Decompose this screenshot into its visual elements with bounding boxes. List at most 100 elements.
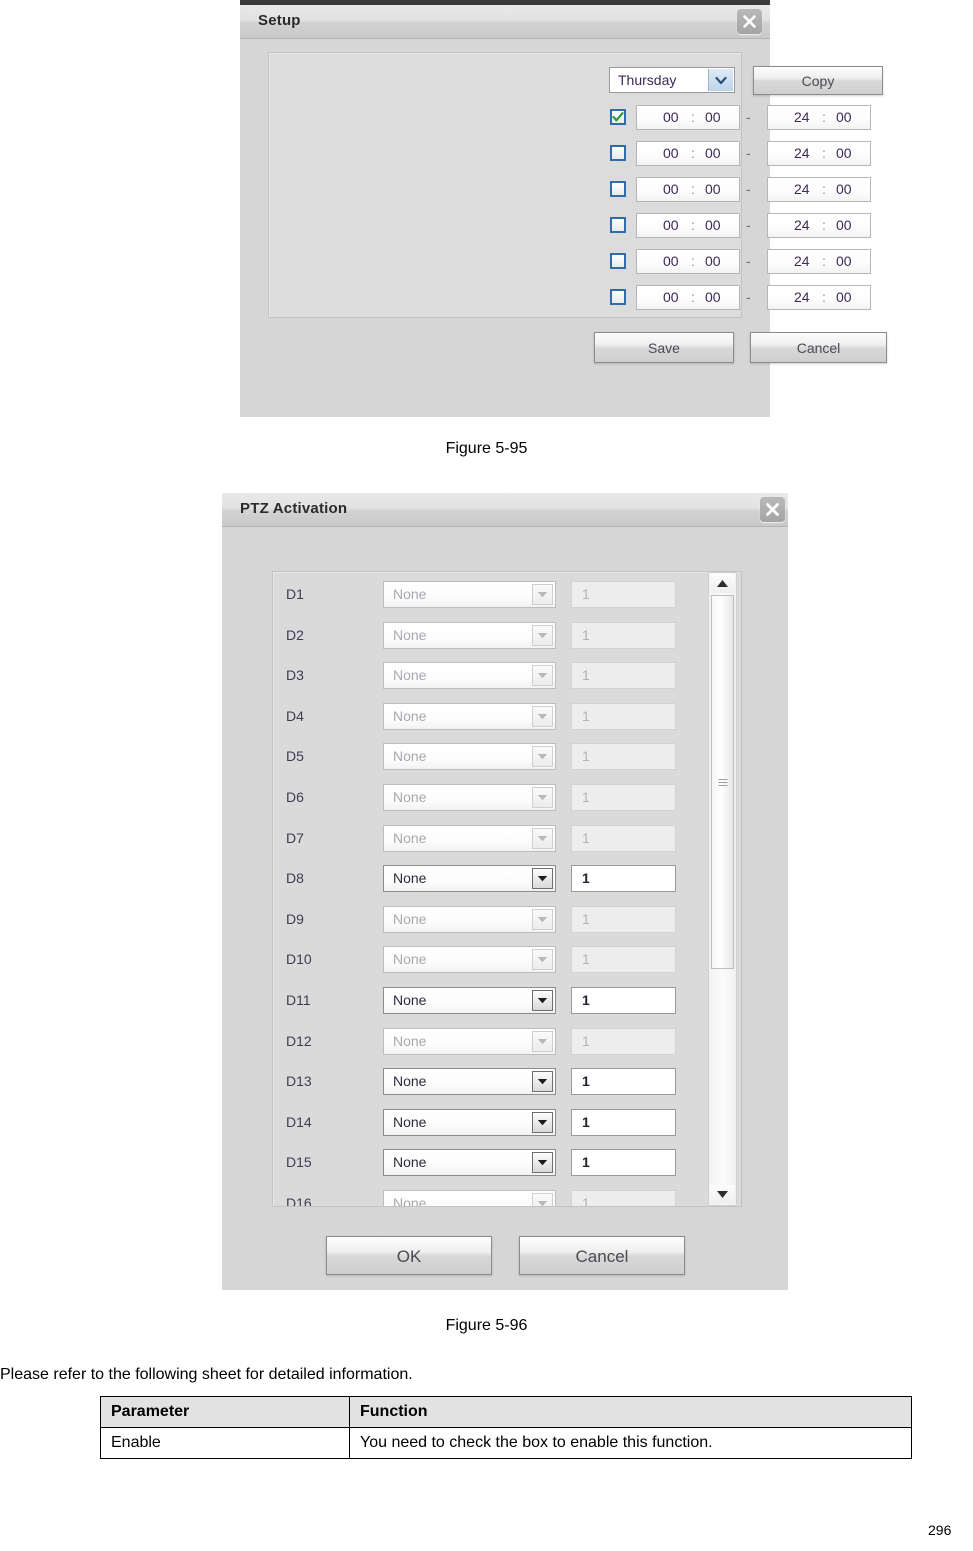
period-enable-checkbox[interactable] (610, 217, 626, 233)
end-minute: 00 (836, 145, 852, 161)
ptz-cancel-button[interactable]: Cancel (519, 1236, 685, 1275)
period-enable-checkbox[interactable] (610, 253, 626, 269)
period-start-time[interactable]: 00:00 (636, 105, 740, 130)
ptz-preset-value-input[interactable]: 1 (571, 865, 676, 893)
time-colon: : (822, 181, 826, 197)
ptz-preset-value-input[interactable]: 1 (571, 784, 676, 811)
chevron-down-icon[interactable] (532, 1071, 553, 1093)
chevron-down-icon[interactable] (532, 1111, 553, 1133)
period-range-separator: - (746, 145, 751, 161)
ptz-channel-label: D13 (286, 1073, 312, 1090)
period-end-time[interactable]: 24:00 (767, 249, 871, 274)
scroll-up-arrow-icon[interactable] (710, 574, 735, 593)
chevron-down-icon[interactable] (708, 69, 733, 91)
period-enable-checkbox[interactable] (610, 289, 626, 305)
chevron-down-icon[interactable] (532, 1193, 553, 1206)
chevron-down-icon[interactable] (532, 908, 553, 930)
cancel-button[interactable]: Cancel (750, 332, 887, 363)
close-icon[interactable] (760, 497, 785, 522)
start-hour: 00 (663, 109, 679, 125)
ptz-preset-value-input[interactable]: 1 (571, 946, 676, 974)
period-end-time[interactable]: 24:00 (767, 177, 871, 202)
table-header-row: Parameter Function (100, 1396, 912, 1428)
period-range-separator: - (746, 217, 751, 233)
ptz-action-select[interactable]: None (383, 621, 556, 649)
chevron-down-icon[interactable] (532, 990, 553, 1011)
copy-button[interactable]: Copy (753, 66, 883, 95)
period-start-time[interactable]: 00:00 (636, 285, 740, 310)
ptz-preset-value-input[interactable]: 1 (571, 905, 676, 933)
chevron-down-icon[interactable] (532, 746, 553, 768)
chevron-down-icon[interactable] (532, 705, 553, 727)
ptz-preset-value-input[interactable]: 1 (571, 1068, 676, 1096)
ptz-action-select[interactable]: None (383, 1027, 556, 1055)
ptz-action-select[interactable]: None (383, 662, 556, 690)
ptz-preset-value: 1 (582, 910, 590, 927)
end-minute: 00 (836, 109, 852, 125)
scrollbar-thumb[interactable] (711, 595, 734, 969)
ptz-preset-value-input[interactable]: 1 (571, 1190, 676, 1206)
period-end-time[interactable]: 24:00 (767, 141, 871, 166)
chevron-down-icon[interactable] (532, 787, 553, 808)
start-minute: 00 (705, 109, 721, 125)
period-end-time[interactable]: 24:00 (767, 285, 871, 310)
save-button[interactable]: Save (594, 332, 734, 363)
chevron-down-icon[interactable] (532, 949, 553, 971)
ptz-action-select[interactable]: None (383, 743, 556, 771)
ptz-preset-value-input[interactable]: 1 (571, 621, 676, 649)
period-start-time[interactable]: 00:00 (636, 141, 740, 166)
ptz-preset-value-input[interactable]: 1 (571, 743, 676, 771)
day-select[interactable]: Thursday (609, 67, 735, 93)
ptz-preset-value: 1 (582, 951, 590, 968)
period-enable-checkbox[interactable] (610, 145, 626, 161)
ptz-action-select[interactable]: None (383, 1190, 556, 1206)
chevron-down-icon[interactable] (532, 665, 553, 687)
period-enable-checkbox[interactable] (610, 181, 626, 197)
chevron-down-icon[interactable] (532, 624, 553, 646)
period-enable-checkbox[interactable] (610, 109, 626, 125)
start-minute: 00 (705, 145, 721, 161)
ptz-preset-value-input[interactable]: 1 (571, 702, 676, 730)
chevron-down-icon[interactable] (532, 827, 553, 849)
ptz-preset-value-input[interactable]: 1 (571, 1027, 676, 1055)
ptz-action-select[interactable]: None (383, 581, 556, 608)
ptz-action-value: None (393, 992, 427, 1008)
ptz-preset-value-input[interactable]: 1 (571, 987, 676, 1014)
ptz-action-select[interactable]: None (383, 1108, 556, 1136)
period-end-time[interactable]: 24:00 (767, 213, 871, 238)
start-hour: 00 (663, 145, 679, 161)
ptz-preset-value: 1 (582, 1073, 590, 1090)
scroll-down-arrow-icon[interactable] (710, 1185, 735, 1204)
ptz-preset-value-input[interactable]: 1 (571, 662, 676, 690)
ptz-action-select[interactable]: None (383, 987, 556, 1014)
ptz-preset-value-input[interactable]: 1 (571, 824, 676, 852)
scrollbar-grip-icon (718, 779, 727, 788)
chevron-down-icon[interactable] (532, 584, 553, 605)
ptz-preset-value-input[interactable]: 1 (571, 1108, 676, 1136)
ptz-action-select[interactable]: None (383, 702, 556, 730)
time-colon: : (691, 145, 695, 161)
chevron-down-icon[interactable] (532, 1152, 553, 1174)
period-start-time[interactable]: 00:00 (636, 213, 740, 238)
chevron-down-icon[interactable] (532, 868, 553, 890)
start-minute: 00 (705, 253, 721, 269)
period-start-time[interactable]: 00:00 (636, 177, 740, 202)
close-icon[interactable] (737, 9, 762, 34)
ptz-action-select[interactable]: None (383, 1068, 556, 1096)
ptz-action-select[interactable]: None (383, 946, 556, 974)
ptz-preset-value-input[interactable]: 1 (571, 1149, 676, 1177)
period-start-time[interactable]: 00:00 (636, 249, 740, 274)
ptz-action-select[interactable]: None (383, 784, 556, 811)
period-end-time[interactable]: 24:00 (767, 105, 871, 130)
ptz-channel-label: D2 (286, 626, 304, 643)
ptz-action-select[interactable]: None (383, 1149, 556, 1177)
chevron-down-icon[interactable] (532, 1030, 553, 1052)
ptz-preset-value-input[interactable]: 1 (571, 581, 676, 608)
ptz-action-select[interactable]: None (383, 905, 556, 933)
ptz-action-select[interactable]: None (383, 824, 556, 852)
ok-button[interactable]: OK (326, 1236, 492, 1275)
ptz-channel-label: D12 (286, 1032, 312, 1049)
time-colon: : (691, 217, 695, 233)
ptz-scrollbar[interactable] (708, 572, 737, 1206)
ptz-action-select[interactable]: None (383, 865, 556, 893)
